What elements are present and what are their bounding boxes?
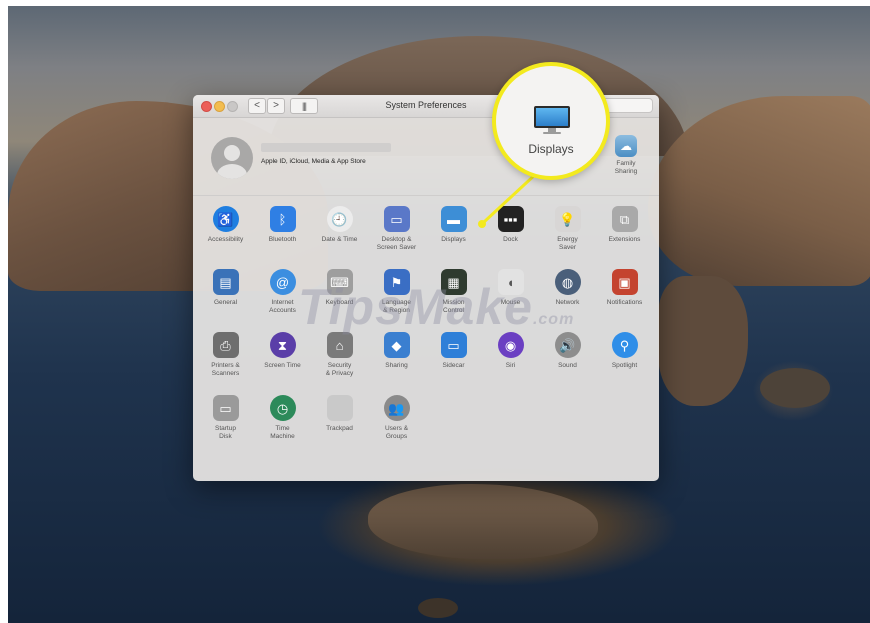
- pref-label: Sidecar: [442, 362, 465, 369]
- pref-general[interactable]: ▤ General: [197, 269, 254, 307]
- pref-label: Dock: [503, 236, 518, 243]
- pref-label: Printers &: [211, 362, 240, 369]
- pref-bluetooth[interactable]: ᛒ Bluetooth: [254, 206, 311, 244]
- pref-date-time[interactable]: 🕘 Date & Time: [311, 206, 368, 244]
- watermark: TipsMake.com: [298, 279, 575, 335]
- pref-sound[interactable]: 🔊 Sound: [539, 332, 596, 370]
- apple-id-account[interactable]: Apple ID, iCloud, Media & App Store: [211, 137, 461, 183]
- screen-time-icon: ⧗: [269, 332, 296, 358]
- account-name-redacted: [261, 143, 391, 152]
- displays-icon: ▬: [440, 206, 467, 232]
- pref-label: Date & Time: [321, 236, 358, 243]
- pref-label: Displays: [441, 236, 466, 243]
- avatar: [211, 137, 253, 179]
- pref-label: Siri: [505, 362, 516, 369]
- energy-saver-icon: 💡: [554, 206, 581, 232]
- wallpaper-rock: [418, 598, 458, 618]
- pref-label: Notifications: [606, 299, 643, 306]
- pref-label: Spotlight: [611, 362, 638, 369]
- wallpaper-rock: [760, 368, 830, 408]
- pref-label-line1: Family: [616, 160, 636, 167]
- spotlight-icon: ⚲: [611, 332, 638, 358]
- pref-sidecar[interactable]: ▭ Sidecar: [425, 332, 482, 370]
- pref-accessibility[interactable]: ♿ Accessibility: [197, 206, 254, 244]
- desktop-screen-saver-icon: ▭: [383, 206, 410, 232]
- pref-label: General: [213, 299, 238, 306]
- pref-screen-time[interactable]: ⧗ Screen Time: [254, 332, 311, 370]
- callout-label: Displays: [528, 142, 574, 156]
- pref-label: Security: [327, 362, 352, 369]
- pref-label: Sound: [558, 362, 577, 369]
- bluetooth-icon: ᛒ: [269, 206, 296, 232]
- pref-spotlight[interactable]: ⚲ Spotlight: [596, 332, 653, 370]
- pref-label-line2: Machine: [270, 433, 295, 440]
- pref-label-line2: Saver: [559, 244, 576, 251]
- notifications-icon: ▣: [611, 269, 638, 295]
- family-sharing-pref[interactable]: ☁ Family Sharing: [600, 135, 652, 176]
- pref-label-line2: Groups: [385, 433, 408, 440]
- internet-accounts-icon: @: [269, 269, 296, 295]
- account-subtitle: Apple ID, iCloud, Media & App Store: [261, 158, 366, 165]
- pref-label-line2: & Privacy: [325, 370, 354, 377]
- pref-users-groups[interactable]: 👥 Users & Groups: [368, 395, 425, 441]
- pref-displays[interactable]: ▬ Displays: [425, 206, 482, 244]
- date-time-icon: 🕘: [326, 206, 353, 232]
- pref-notifications[interactable]: ▣ Notifications: [596, 269, 653, 307]
- dock-icon: ▪▪▪: [497, 206, 524, 232]
- displays-callout: Displays: [492, 62, 610, 180]
- pref-desktop-screen-saver[interactable]: ▭ Desktop & Screen Saver: [368, 206, 425, 252]
- users-groups-icon: 👥: [383, 395, 410, 421]
- printers-scanners-icon: ⎙: [212, 332, 239, 358]
- pref-label: Extensions: [608, 236, 641, 243]
- pref-label: Startup: [215, 425, 236, 432]
- pref-label-line2: Disk: [219, 433, 232, 440]
- display-icon: [534, 106, 570, 128]
- pref-sharing[interactable]: ◆ Sharing: [368, 332, 425, 370]
- pref-label: Energy: [557, 236, 578, 243]
- trackpad-icon: [326, 395, 353, 421]
- divider: [193, 195, 659, 196]
- extensions-icon: ⧉: [611, 206, 638, 232]
- pref-siri[interactable]: ◉ Siri: [482, 332, 539, 370]
- wallpaper-cliff: [648, 96, 870, 286]
- pref-label: Accessibility: [207, 236, 244, 243]
- general-icon: ▤: [212, 269, 239, 295]
- pref-label-line2: Sharing: [614, 168, 638, 175]
- wallpaper-shore: [658, 276, 748, 406]
- pref-label: Time: [275, 425, 290, 432]
- pref-label: Desktop &: [381, 236, 412, 243]
- pref-time-machine[interactable]: ◷ Time Machine: [254, 395, 311, 441]
- accessibility-icon: ♿: [212, 206, 239, 232]
- startup-disk-icon: ▭: [212, 395, 239, 421]
- pref-label: Users &: [384, 425, 409, 432]
- pref-label: Sharing: [385, 362, 408, 369]
- pref-printers-scanners[interactable]: ⎙ Printers & Scanners: [197, 332, 254, 378]
- pref-label-line2: Screen Saver: [376, 244, 417, 251]
- pref-label: Trackpad: [326, 425, 353, 432]
- pref-label-line2: Scanners: [211, 370, 240, 377]
- family-cloud-icon: ☁: [615, 135, 637, 157]
- pref-label: Screen Time: [264, 362, 301, 369]
- pref-extensions[interactable]: ⧉ Extensions: [596, 206, 653, 244]
- pref-trackpad[interactable]: Trackpad: [311, 395, 368, 433]
- pref-label: Bluetooth: [268, 236, 297, 243]
- time-machine-icon: ◷: [269, 395, 296, 421]
- pref-startup-disk[interactable]: ▭ Startup Disk: [197, 395, 254, 441]
- wallpaper-island: [368, 484, 598, 559]
- pref-dock[interactable]: ▪▪▪ Dock: [482, 206, 539, 244]
- pref-security-privacy[interactable]: ⌂ Security & Privacy: [311, 332, 368, 378]
- pref-energy-saver[interactable]: 💡 Energy Saver: [539, 206, 596, 252]
